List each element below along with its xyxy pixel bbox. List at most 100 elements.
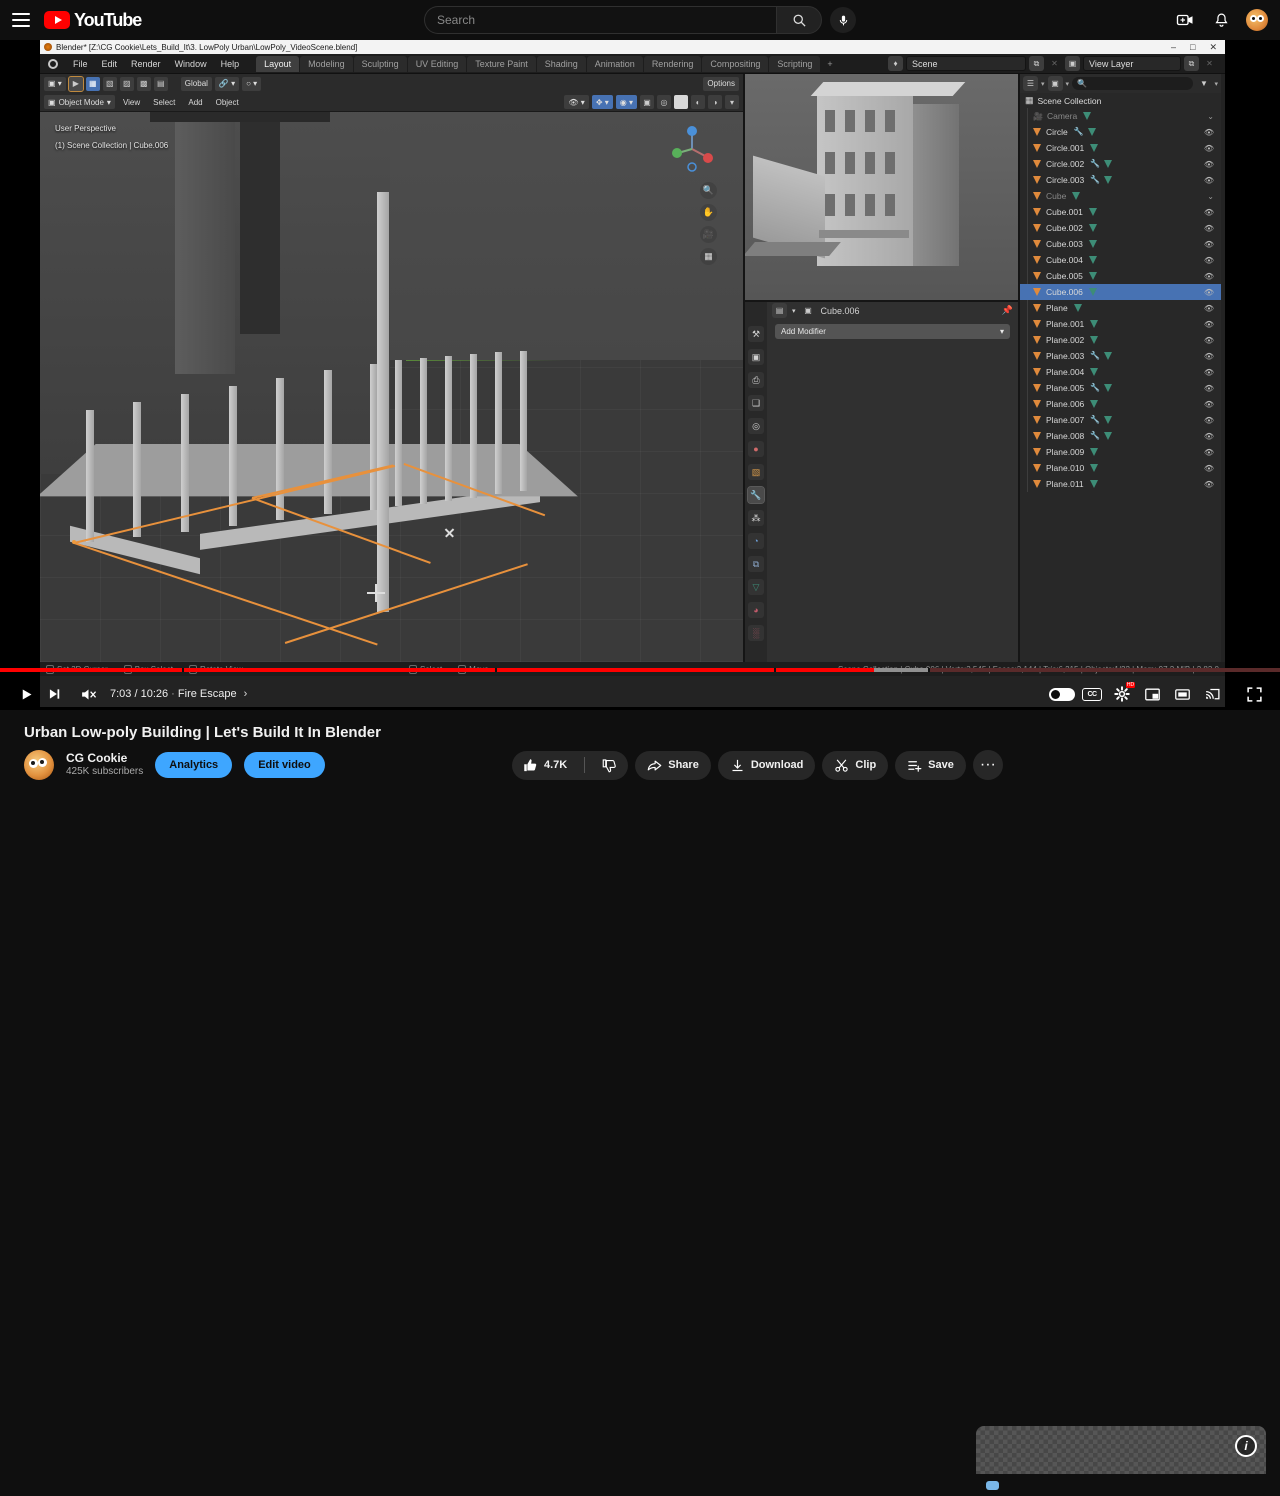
outliner-row-plane-003[interactable]: Plane.003 🔧 👁 <box>1020 348 1221 364</box>
outliner-row-cube-001[interactable]: Cube.001 👁 <box>1020 204 1221 220</box>
overlays-toggle[interactable]: ◉ ▾ <box>615 95 637 109</box>
viewport-menu-select[interactable]: Select <box>148 98 180 107</box>
visibility-eye-icon[interactable]: 👁 <box>1204 272 1214 281</box>
menu-edit[interactable]: Edit <box>95 57 125 71</box>
theater-button[interactable] <box>1168 680 1196 708</box>
outliner-row-plane-009[interactable]: Plane.009 👁 <box>1020 444 1221 460</box>
outliner-search-input[interactable]: 🔍 <box>1072 77 1194 90</box>
mesh-data-icon[interactable] <box>1090 464 1099 472</box>
video-progress-bar[interactable] <box>0 668 1280 672</box>
workspace-tab-animation[interactable]: Animation <box>586 55 643 72</box>
add-modifier-dropdown[interactable]: Add Modifier ▾ <box>775 324 1010 339</box>
voice-search-button[interactable] <box>830 7 856 33</box>
properties-editor-type-icon[interactable]: ▤ <box>772 303 787 318</box>
shading-rendered-button[interactable]: ◑ <box>708 95 722 109</box>
camera-preview-viewport[interactable] <box>745 74 1018 302</box>
channel-name[interactable]: CG Cookie <box>66 751 143 766</box>
properties-tab-texture[interactable]: ░ <box>748 625 764 641</box>
visibility-eye-icon[interactable]: 👁 <box>1204 384 1214 393</box>
like-button[interactable]: 4.7K <box>512 751 578 780</box>
search-input[interactable] <box>437 13 764 27</box>
properties-tab-data[interactable]: ▽ <box>748 579 764 595</box>
outliner-row-plane-008[interactable]: Plane.008 🔧 👁 <box>1020 428 1221 444</box>
mesh-data-icon[interactable] <box>1089 480 1099 488</box>
viewport-3d[interactable]: ▣ ▾ ▶ ▦ ▧ ▨ ▩ ▤ Global 🔗 ▾ ○ ▾ Options ▣ <box>40 74 745 662</box>
modifier-wrench-icon[interactable]: 🔧 <box>1090 432 1100 440</box>
youtube-logo[interactable]: YouTube <box>44 10 142 31</box>
next-video-button[interactable] <box>40 680 68 708</box>
analytics-button[interactable]: Analytics <box>155 752 233 778</box>
hamburger-icon[interactable] <box>12 13 30 27</box>
mesh-data-icon[interactable] <box>1104 176 1113 184</box>
clip-button[interactable]: Clip <box>822 750 889 780</box>
properties-tab-scene[interactable]: ◎ <box>748 418 764 434</box>
mesh-data-icon[interactable] <box>1090 400 1099 408</box>
modifier-wrench-icon[interactable]: 🔧 <box>1074 128 1084 136</box>
modifier-wrench-icon[interactable]: 🔧 <box>1090 416 1100 424</box>
outliner-row-plane-011[interactable]: Plane.011 👁 <box>1020 476 1221 492</box>
notifications-bell-icon[interactable] <box>1210 9 1232 31</box>
mesh-data-icon[interactable] <box>1090 320 1099 328</box>
dislike-button[interactable] <box>591 751 628 780</box>
add-workspace-button[interactable]: + <box>821 56 838 72</box>
modifier-wrench-icon[interactable]: 🔧 <box>1090 352 1100 360</box>
chevron-right-icon[interactable]: › <box>244 688 248 700</box>
mesh-data-icon[interactable] <box>1083 112 1092 120</box>
outliner-row-cube-006[interactable]: Cube.006 👁 <box>1020 284 1221 300</box>
mesh-data-icon[interactable] <box>1072 192 1081 200</box>
proportional-edit-button[interactable]: ○ ▾ <box>242 76 262 91</box>
filter-icon[interactable]: ▼ <box>1196 76 1211 91</box>
new-scene-icon[interactable]: ⧉ <box>1029 56 1044 71</box>
mesh-data-icon[interactable] <box>1088 224 1098 232</box>
select-invert-button[interactable]: ▩ <box>136 76 151 91</box>
new-view-layer-icon[interactable]: ⧉ <box>1184 56 1199 71</box>
shading-material-button[interactable]: ◐ <box>691 95 705 109</box>
gizmos-toggle[interactable]: ✥ ▾ <box>591 95 613 109</box>
zoom-icon[interactable]: 🔍 <box>700 182 717 199</box>
visibility-eye-icon[interactable]: 👁 <box>1204 320 1214 329</box>
search-box[interactable] <box>424 6 776 34</box>
settings-gear-button[interactable]: HD <box>1108 680 1136 708</box>
modifier-wrench-icon[interactable]: 🔧 <box>1090 160 1100 168</box>
properties-tab-tool[interactable]: ⚒ <box>748 326 764 342</box>
visibility-eye-icon[interactable]: 👁 <box>1204 240 1214 249</box>
outliner-row-camera[interactable]: 🎥 Camera ⌄ <box>1020 108 1221 124</box>
pan-hand-icon[interactable]: ✋ <box>700 204 717 221</box>
blender-logo-icon[interactable] <box>46 57 60 71</box>
workspace-tab-sculpting[interactable]: Sculpting <box>353 55 407 72</box>
mesh-data-icon[interactable] <box>1088 208 1098 216</box>
visibility-eye-icon[interactable]: 👁 <box>1204 480 1214 489</box>
mesh-data-icon[interactable] <box>1087 128 1097 136</box>
navigation-gizmo[interactable] <box>669 126 715 172</box>
video-player[interactable]: Blender* [Z:\CG Cookie\Lets_Build_It\3. … <box>0 40 1280 710</box>
properties-tab-modifier[interactable]: 🔧 <box>747 486 765 504</box>
viewport-menu-view[interactable]: View <box>118 98 145 107</box>
mesh-data-icon[interactable] <box>1090 336 1099 344</box>
account-avatar[interactable] <box>1246 9 1268 31</box>
outliner-tree[interactable]: ▦ Scene Collection 🎥 Camera ⌄ Circle 🔧 👁 Circl… <box>1020 93 1221 662</box>
workspace-tab-scripting[interactable]: Scripting <box>769 55 821 72</box>
visibility-eye-icon[interactable]: 👁 <box>1204 144 1214 153</box>
mesh-data-icon[interactable] <box>1088 256 1098 264</box>
outliner-row-plane-002[interactable]: Plane.002 👁 <box>1020 332 1221 348</box>
play-pause-button[interactable] <box>12 680 40 708</box>
close-button[interactable]: ✕ <box>1209 42 1217 52</box>
shading-options-chevron[interactable]: ▾ <box>725 95 739 109</box>
outliner-row-cube-002[interactable]: Cube.002 👁 <box>1020 220 1221 236</box>
expand-chevron-icon[interactable]: ⌄ <box>1207 112 1214 121</box>
miniplayer-button[interactable] <box>1138 680 1166 708</box>
properties-tab-constraints[interactable]: ⧉ <box>748 556 764 572</box>
properties-tab-render[interactable]: ▣ <box>748 349 764 365</box>
visibility-eye-icon[interactable]: 👁 <box>1204 416 1214 425</box>
mesh-data-icon[interactable] <box>1088 240 1098 248</box>
autoplay-toggle[interactable] <box>1048 680 1076 708</box>
outliner-row-circle-003[interactable]: Circle.003 🔧 👁 <box>1020 172 1221 188</box>
visibility-eye-icon[interactable]: 👁 <box>1204 432 1214 441</box>
view-layer-field[interactable]: View Layer <box>1083 56 1181 71</box>
outliner-row-plane-005[interactable]: Plane.005 🔧 👁 <box>1020 380 1221 396</box>
outliner-row-cube-003[interactable]: Cube.003 👁 <box>1020 236 1221 252</box>
visibility-eye-icon[interactable]: 👁 <box>1204 368 1214 377</box>
snapping-button[interactable]: 🔗 ▾ <box>214 76 240 91</box>
remove-view-layer-icon[interactable]: ✕ <box>1202 56 1217 71</box>
share-button[interactable]: Share <box>635 750 711 780</box>
